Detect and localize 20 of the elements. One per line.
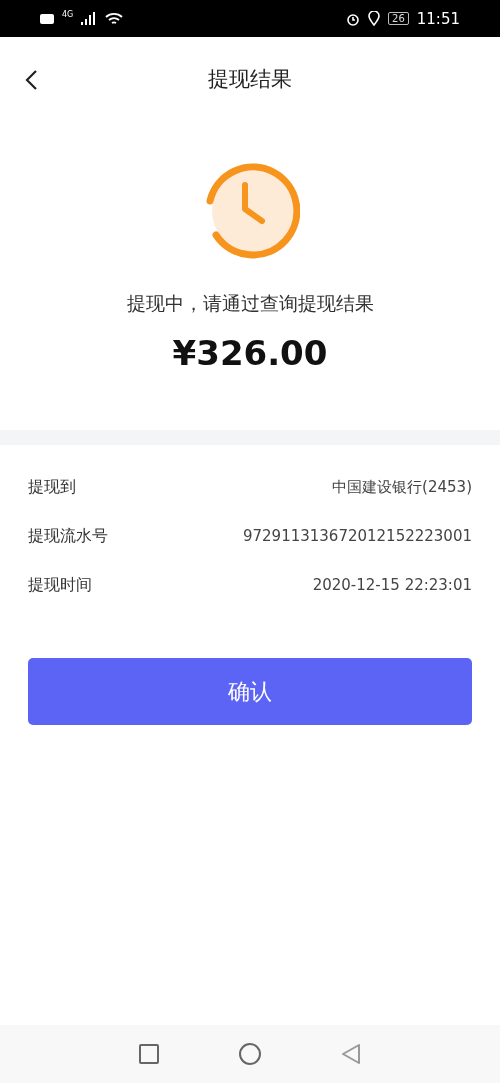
recents-icon[interactable] [139,1044,159,1064]
detail-value: 972911313672012152223001 [242,527,472,545]
status-time: 11:51 [416,9,460,28]
detail-value: 中国建设银行(2453) [332,477,472,497]
detail-label: 提现到 [28,476,76,498]
wifi-icon [105,11,124,26]
signal-icon [81,12,98,25]
amount: ¥326.00 [172,333,328,373]
detail-value: 2020-12-15 22:23:01 [312,576,472,594]
network-label: 4G [62,10,74,19]
alarm-icon [346,11,361,26]
battery-level: 26 [388,12,409,25]
detail-label: 提现流水号 [28,525,108,547]
detail-label: 提现时间 [28,574,92,596]
status-message: 提现中，请通过查询提现结果 [126,291,374,316]
confirm-button[interactable]: 确认 [28,658,472,725]
page-title: 提现结果 [208,66,292,93]
location-icon [368,11,381,26]
back-icon[interactable] [24,69,38,91]
home-icon[interactable] [239,1043,261,1065]
